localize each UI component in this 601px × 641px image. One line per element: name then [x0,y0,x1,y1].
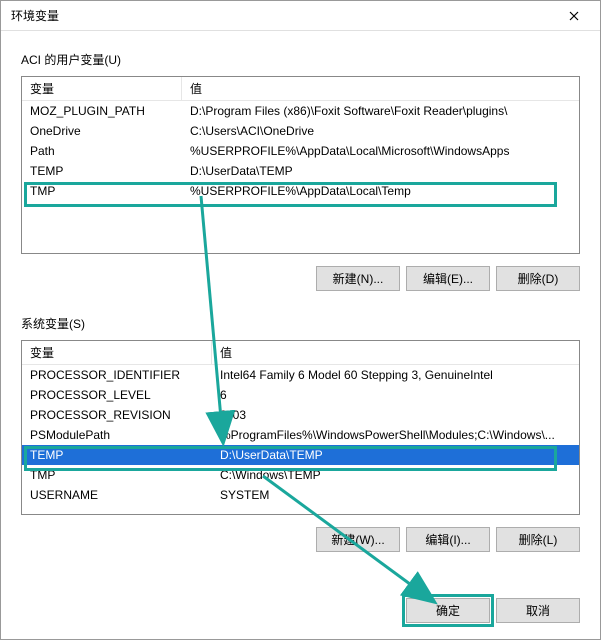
cell-val: C:\Users\ACI\OneDrive [182,121,579,141]
title-bar: 环境变量 [1,1,600,31]
cell-val: SYSTEM [212,485,579,505]
cell-val: %USERPROFILE%\AppData\Local\Microsoft\Wi… [182,141,579,161]
delete-user-button[interactable]: 删除(D) [496,266,580,291]
cell-val: D:\UserData\TEMP [182,161,579,181]
cell-val: 3c03 [212,405,579,425]
table-row[interactable]: PROCESSOR_REVISION3c03 [22,405,579,425]
table-row[interactable]: TMPC:\Windows\TEMP [22,465,579,485]
cell-var: USERNAME [22,485,212,505]
cell-val: D:\UserData\TEMP [212,445,579,465]
table-row[interactable]: PROCESSOR_IDENTIFIERIntel64 Family 6 Mod… [22,365,579,385]
cell-var: Path [22,141,182,161]
user-vars-label: ACI 的用户变量(U) [21,51,580,68]
cell-val: 6 [212,385,579,405]
table-row[interactable]: TEMPD:\UserData\TEMP [22,445,579,465]
cancel-button[interactable]: 取消 [496,598,580,623]
cell-val: D:\Program Files (x86)\Foxit Software\Fo… [182,101,579,121]
cell-val: Intel64 Family 6 Model 60 Stepping 3, Ge… [212,365,579,385]
cell-var: PSModulePath [22,425,212,445]
sys-header-val[interactable]: 值 [212,341,579,364]
cell-var: TMP [22,465,212,485]
cell-var: PROCESSOR_LEVEL [22,385,212,405]
table-row[interactable]: USERNAMESYSTEM [22,485,579,505]
cell-val: C:\Windows\TEMP [212,465,579,485]
edit-user-button[interactable]: 编辑(E)... [406,266,490,291]
system-vars-table[interactable]: 变量 值 PROCESSOR_IDENTIFIERIntel64 Family … [21,340,580,515]
edit-sys-button[interactable]: 编辑(I)... [406,527,490,552]
cell-var: PROCESSOR_IDENTIFIER [22,365,212,385]
table-row[interactable]: PSModulePath%ProgramFiles%\WindowsPowerS… [22,425,579,445]
table-row[interactable]: MOZ_PLUGIN_PATHD:\Program Files (x86)\Fo… [22,101,579,121]
cell-val: %USERPROFILE%\AppData\Local\Temp [182,181,579,201]
cell-val: %ProgramFiles%\WindowsPowerShell\Modules… [212,425,579,445]
user-header-var[interactable]: 变量 [22,77,182,100]
cell-var: TEMP [22,445,212,465]
cell-var: TEMP [22,161,182,181]
new-user-button[interactable]: 新建(N)... [316,266,400,291]
table-row[interactable]: PROCESSOR_LEVEL6 [22,385,579,405]
table-row[interactable]: TEMPD:\UserData\TEMP [22,161,579,181]
table-row[interactable]: TMP%USERPROFILE%\AppData\Local\Temp [22,181,579,201]
sys-header-var[interactable]: 变量 [22,341,212,364]
new-sys-button[interactable]: 新建(W)... [316,527,400,552]
user-header-val[interactable]: 值 [182,77,579,100]
system-vars-label: 系统变量(S) [21,315,580,332]
ok-button[interactable]: 确定 [406,598,490,623]
cell-var: MOZ_PLUGIN_PATH [22,101,182,121]
cell-var: OneDrive [22,121,182,141]
table-row[interactable]: OneDriveC:\Users\ACI\OneDrive [22,121,579,141]
delete-sys-button[interactable]: 删除(L) [496,527,580,552]
user-vars-table[interactable]: 变量 值 MOZ_PLUGIN_PATHD:\Program Files (x8… [21,76,580,254]
cell-var: TMP [22,181,182,201]
window-title: 环境变量 [11,7,552,24]
table-row[interactable]: Path%USERPROFILE%\AppData\Local\Microsof… [22,141,579,161]
close-icon[interactable] [552,2,596,30]
cell-var: PROCESSOR_REVISION [22,405,212,425]
